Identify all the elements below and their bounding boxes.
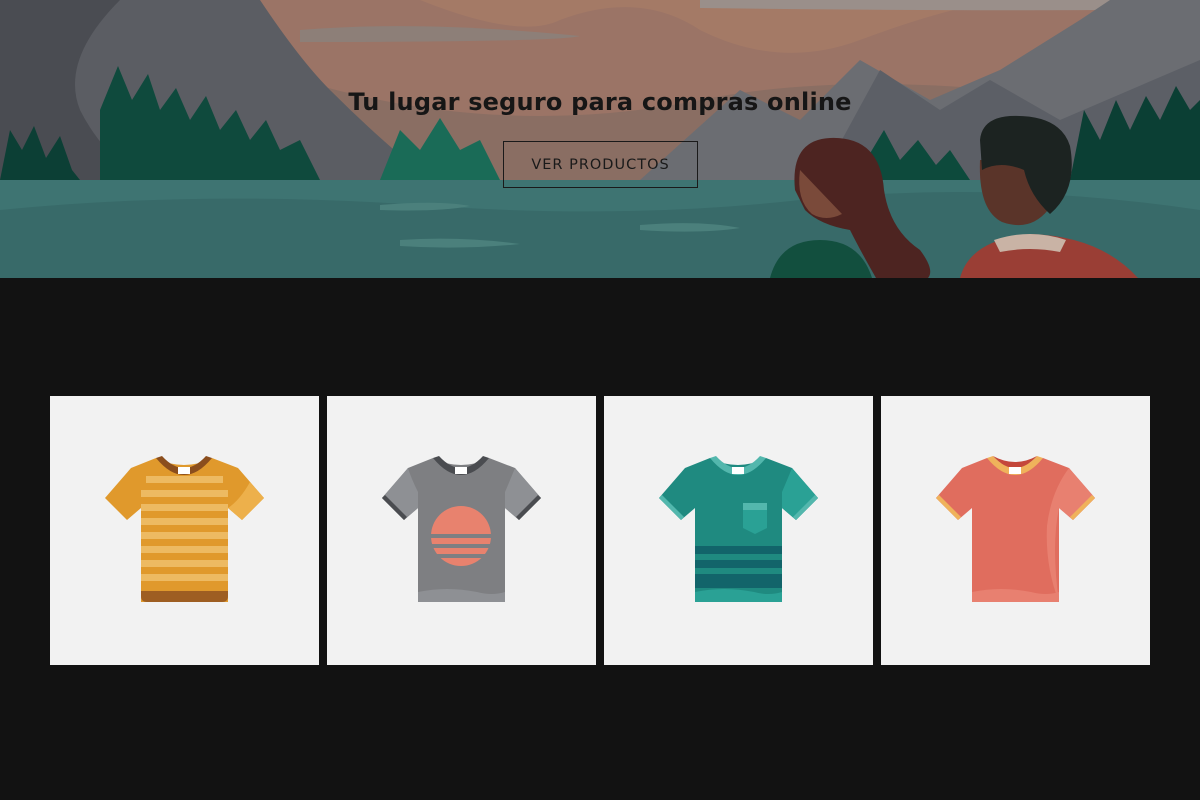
hero-title: Tu lugar seguro para compras online (348, 88, 852, 116)
hero-banner: Tu lugar seguro para compras online VER … (0, 0, 1200, 278)
ringer-tshirt-icon (936, 456, 1095, 602)
view-products-button[interactable]: VER PRODUCTOS (503, 141, 698, 188)
product-card[interactable] (881, 396, 1150, 665)
product-card[interactable] (327, 396, 596, 665)
hero-illustration (0, 0, 1200, 278)
pocket-tshirt-icon (659, 456, 818, 602)
striped-tshirt-icon (105, 456, 264, 602)
product-card[interactable] (50, 396, 319, 665)
sunset-tshirt-icon (382, 456, 541, 602)
product-card[interactable] (604, 396, 873, 665)
product-grid (50, 396, 1150, 665)
